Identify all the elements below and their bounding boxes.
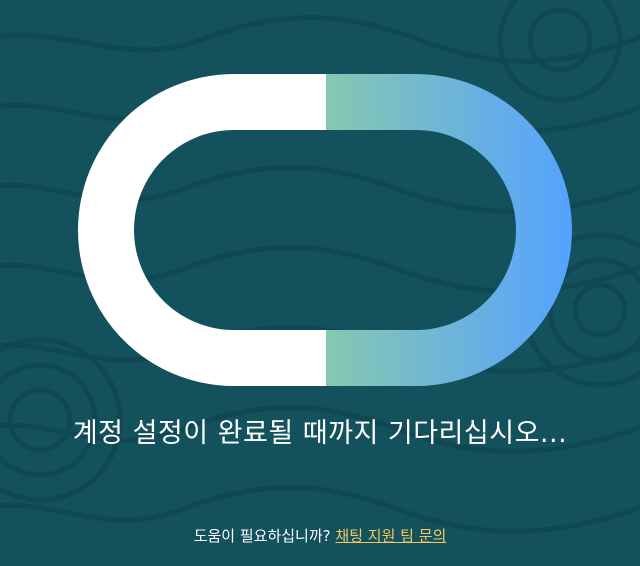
loader-right-half: [326, 74, 572, 386]
loading-ring-icon: [78, 74, 572, 386]
help-prompt: 도움이 필요하십니까?: [193, 527, 331, 545]
contact-support-link[interactable]: 채팅 지원 팀 문의: [335, 527, 446, 545]
loader-left-half: [78, 74, 326, 386]
help-line: 도움이 필요하십니까? 채팅 지원 팀 문의: [0, 525, 640, 547]
loading-message: 계정 설정이 완료될 때까지 기다리십시오...: [72, 418, 568, 449]
